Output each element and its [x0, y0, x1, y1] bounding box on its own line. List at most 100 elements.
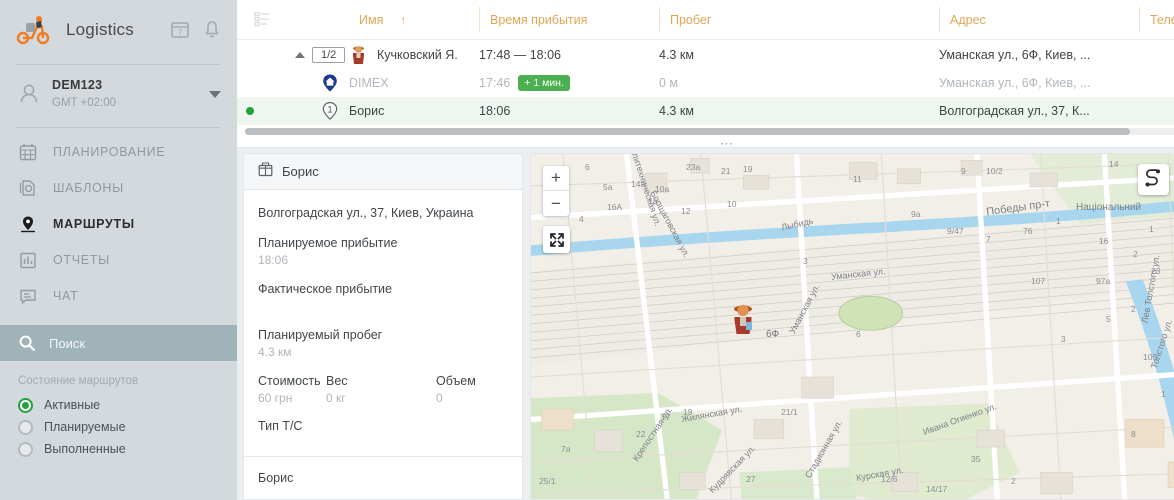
- table-row[interactable]: 1 Борис 18:06 4.3 км Волгоградская ул., …: [237, 97, 1174, 125]
- sidebar-item-chat[interactable]: ЧАТ: [0, 278, 237, 314]
- sort-asc-arrow[interactable]: ↑: [400, 13, 406, 27]
- metric-label: Стоимость: [258, 374, 326, 388]
- stop-counter-badge[interactable]: 1/2: [312, 47, 345, 63]
- radio-vypolnennye[interactable]: Выполненные: [18, 438, 219, 460]
- map-house-number: 12: [681, 206, 690, 216]
- app-root: Logistics ?: [0, 0, 1174, 500]
- column-settings-icon[interactable]: [237, 11, 287, 28]
- account-name: DEM123: [52, 78, 197, 94]
- notification-bell-icon[interactable]: [201, 19, 223, 41]
- detail-address: Волгоградская ул., 37, Киев, Украина: [258, 206, 508, 220]
- metric-value: 60 грн: [258, 391, 326, 405]
- scrollbar-thumb[interactable]: [245, 128, 1130, 135]
- help-window-icon[interactable]: ?: [169, 19, 191, 41]
- search-input[interactable]: Поиск: [0, 325, 237, 361]
- sidebar-item-label: ЧАТ: [53, 289, 78, 303]
- account-timezone: GMT +02:00: [52, 96, 197, 110]
- map-house-number: 22: [636, 429, 645, 439]
- account-selector[interactable]: DEM123 GMT +02:00: [0, 65, 237, 123]
- sidebar-item-otchety[interactable]: ОТЧЕТЫ: [0, 242, 237, 278]
- radio-button[interactable]: [18, 442, 33, 457]
- expand-arrows-icon[interactable]: [543, 226, 570, 253]
- column-header-distance[interactable]: Пробег: [659, 7, 939, 32]
- radio-aktivnye[interactable]: Активные: [18, 394, 219, 416]
- row-distance: 0 м: [659, 76, 939, 90]
- detail-field-planned-arrival: Планируемое прибытие 18:06: [258, 236, 508, 267]
- sidebar-nav: ПЛАНИРОВАНИЕ ШАБЛОНЫ: [0, 128, 237, 314]
- map-view[interactable]: Политехническая ул. Борщаговская ул. Поб…: [530, 153, 1174, 500]
- metric-value: 0: [436, 391, 476, 405]
- map-house-number: 23а: [686, 162, 700, 172]
- row-distance: 4.3 км: [659, 104, 939, 118]
- column-header-phone[interactable]: Телефо: [1139, 7, 1174, 32]
- sidebar-item-marshruty[interactable]: МАРШРУТЫ: [0, 206, 237, 242]
- map-house-number: 16А: [607, 202, 622, 212]
- metric-value: 0 кг: [326, 391, 436, 405]
- table-row[interactable]: 1/2 Кучковский Я. 17:48 — 18:06: [237, 40, 1174, 69]
- table-row[interactable]: DIMEX 17:46 + 1 мин. 0 м Уманская ул., 6…: [237, 69, 1174, 97]
- detail-header: Борис: [244, 154, 522, 190]
- map-house-number: 27: [746, 474, 755, 484]
- row-name-cell: DIMEX: [349, 76, 479, 90]
- field-label: Планируемое прибытие: [258, 236, 508, 250]
- numbered-pin-1[interactable]: 1: [319, 100, 341, 122]
- row-time-cell: 17:46 + 1 мин.: [479, 75, 659, 91]
- package-box-icon: [258, 162, 273, 182]
- main-pane: Имя ↑ Время прибытия Пробег Адрес Телефо: [237, 0, 1174, 500]
- scooter-courier-icon: [16, 15, 50, 45]
- chevron-up-icon[interactable]: [295, 52, 305, 58]
- map-house-number: 76: [1023, 226, 1032, 236]
- map-house-number: 6Ф: [766, 329, 779, 340]
- horizontal-scrollbar[interactable]: [245, 128, 1174, 135]
- sidebar-item-shablony[interactable]: ШАБЛОНЫ: [0, 170, 237, 206]
- chat-bubble-icon: [18, 286, 38, 306]
- column-label: Имя: [359, 13, 383, 27]
- detail-footer-name: Борис: [244, 456, 522, 499]
- radio-button[interactable]: [18, 420, 33, 435]
- column-header-address[interactable]: Адрес: [939, 7, 1139, 32]
- map-house-number: 21: [721, 166, 730, 176]
- column-label: Адрес: [950, 13, 986, 27]
- stop-detail-panel: Борис Волгоградская ул., 37, Киев, Украи…: [243, 153, 523, 500]
- sidebar-item-planirovanie[interactable]: ПЛАНИРОВАНИЕ: [0, 134, 237, 170]
- panel-resize-handle[interactable]: ⋯: [720, 140, 734, 148]
- minus-icon[interactable]: −: [543, 191, 569, 216]
- row-name: DIMEX: [349, 76, 389, 90]
- row-marker-cell: 1: [287, 100, 349, 122]
- home-pin-icon[interactable]: [319, 72, 341, 94]
- map-house-number: 4: [579, 214, 584, 224]
- sidebar-item-label: ОТЧЕТЫ: [53, 253, 110, 267]
- svg-text:?: ?: [178, 28, 183, 37]
- map-house-number: 10а: [655, 184, 669, 194]
- map-house-number: 3: [1061, 334, 1066, 344]
- app-title: Logistics: [60, 20, 159, 40]
- chevron-down-icon[interactable]: [209, 91, 221, 98]
- detail-body: Волгоградская ул., 37, Киев, Украина Пла…: [244, 190, 522, 443]
- radio-label: Планируемые: [44, 420, 126, 434]
- detail-field-actual-arrival: Фактическое прибытие: [258, 282, 508, 313]
- account-text: DEM123 GMT +02:00: [52, 78, 197, 110]
- field-value: 4.3 км: [258, 345, 508, 359]
- map-house-number: 1: [1149, 224, 1154, 234]
- column-label: Телефо: [1150, 13, 1174, 27]
- column-label: Пробег: [670, 13, 711, 27]
- map-house-number: 7а: [561, 444, 570, 454]
- radio-button[interactable]: [18, 398, 33, 413]
- map-house-number: 6: [585, 162, 590, 172]
- map-house-number: 2: [1131, 304, 1136, 314]
- map-house-number: 12/6: [881, 474, 898, 484]
- row-time: 17:46: [479, 76, 510, 90]
- map-house-number: 2: [1011, 476, 1016, 486]
- bar-chart-report-icon: [18, 250, 38, 270]
- courier-avatar-icon: [349, 44, 368, 66]
- map-house-number: 105: [1143, 352, 1157, 362]
- brand-header: Logistics ?: [0, 0, 237, 60]
- map-house-number: 7: [986, 234, 991, 244]
- plus-icon[interactable]: +: [543, 166, 569, 191]
- radio-planiruemye[interactable]: Планируемые: [18, 416, 219, 438]
- column-header-arrival-time[interactable]: Время прибытия: [479, 7, 659, 32]
- map-house-number: 14/17: [926, 484, 947, 494]
- route-path-icon[interactable]: [1138, 164, 1169, 195]
- courier-avatar-marker[interactable]: [729, 302, 757, 336]
- column-header-name[interactable]: Имя ↑: [349, 7, 479, 32]
